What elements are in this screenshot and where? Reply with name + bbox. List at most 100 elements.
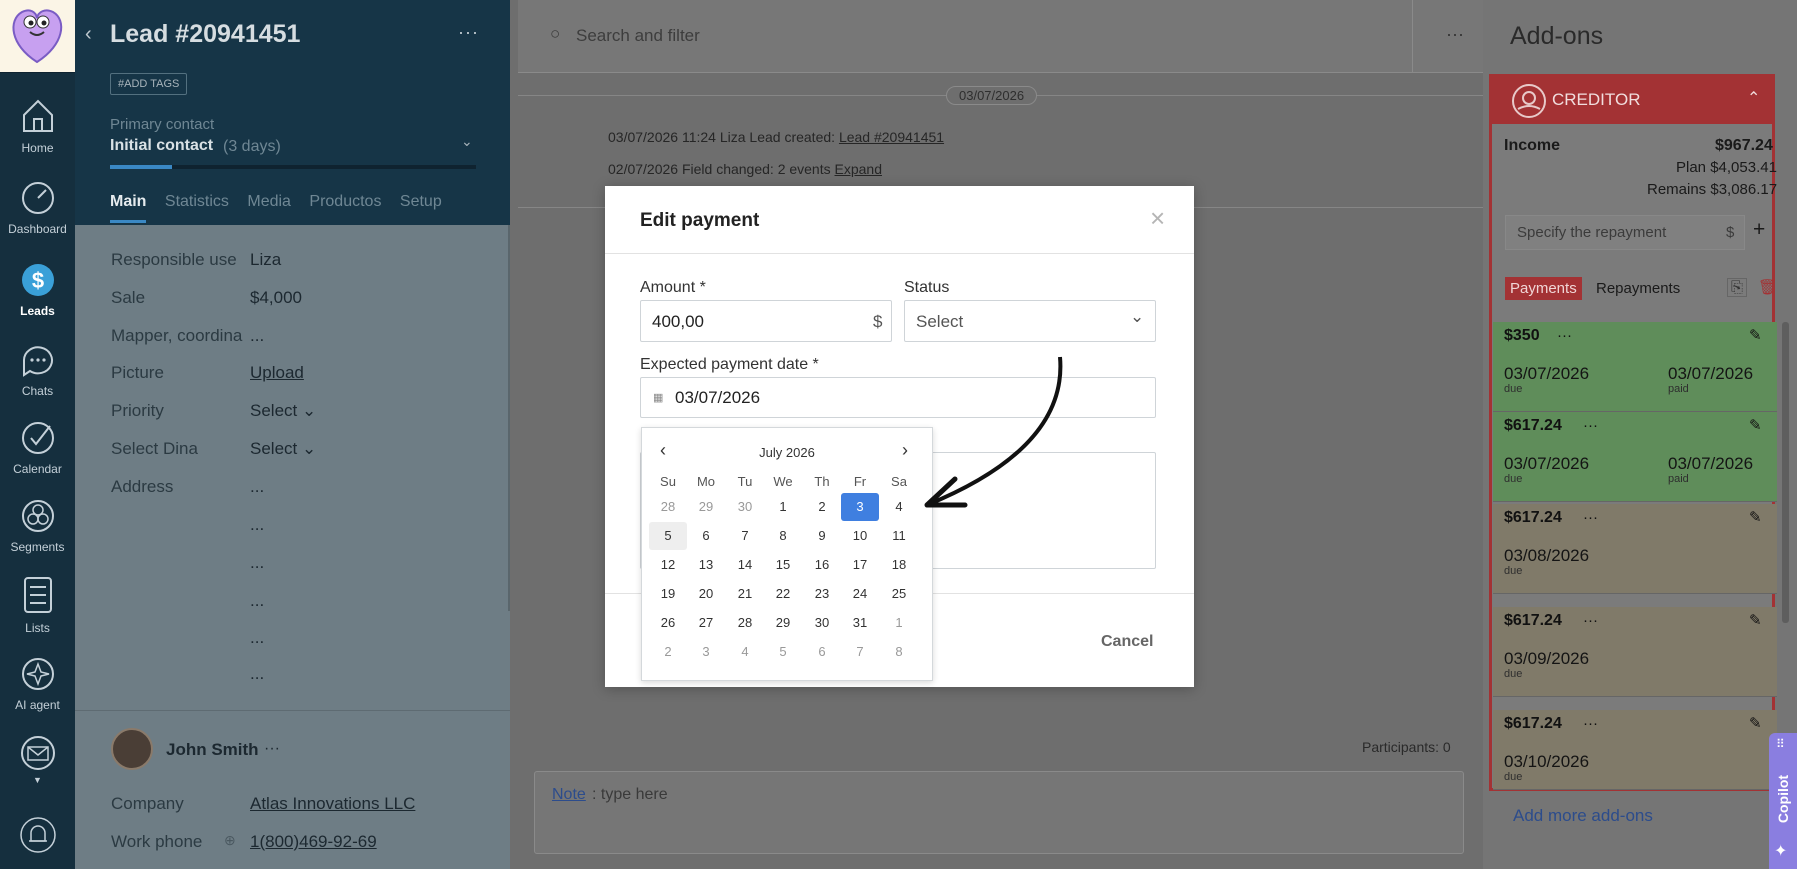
address-line[interactable]: ... [250,553,264,573]
add-more-addons-link[interactable]: Add more add-ons [1513,806,1653,826]
calendar-day[interactable]: 3 [841,493,879,521]
calendar-day[interactable]: 31 [841,609,879,637]
calendar-day[interactable]: 23 [803,580,841,608]
add-tags-button[interactable]: #ADD TAGS [110,73,188,95]
close-icon[interactable]: × [1150,203,1165,234]
note-input[interactable]: Note : type here [534,771,1464,854]
calendar-day[interactable]: 5 [649,522,687,550]
pipeline-stage[interactable]: Initial contact [110,137,213,155]
contact-name[interactable]: John Smith [166,740,259,760]
calendar-day[interactable]: 11 [880,522,918,550]
calendar-day[interactable]: 6 [687,522,725,550]
collapse-chevron-up-icon[interactable]: ⌃ [1747,88,1760,108]
calendar-day[interactable]: 1 [764,493,802,521]
calendar-day[interactable]: 24 [841,580,879,608]
nav-item-leads[interactable]: $ Leads [0,258,75,318]
calendar-day[interactable]: 19 [649,580,687,608]
calendar-day[interactable]: 29 [687,493,725,521]
back-chevron-icon[interactable]: ‹ [85,23,92,46]
nav-item-home[interactable]: Home [0,95,75,155]
export-icon[interactable]: ⎘ [1727,278,1748,297]
upload-link[interactable]: Upload [250,363,304,383]
calendar-day[interactable]: 26 [649,609,687,637]
calendar-day[interactable]: 1 [880,609,918,637]
copilot-button[interactable]: ⠿ Copilot ✦ [1769,733,1797,869]
calendar-day[interactable]: 21 [726,580,764,608]
address-line[interactable]: ... [250,628,264,648]
payment-more-icon[interactable]: ··· [1583,417,1598,434]
amount-input[interactable]: 400,00 $ [640,300,892,342]
nav-item-calendar[interactable]: Calendar [0,420,75,476]
calendar-day[interactable]: 28 [649,493,687,521]
field-value[interactable]: ... [250,326,264,346]
feed-more-icon[interactable]: ··· [1446,24,1464,45]
nav-item-chats[interactable]: Chats [0,342,75,398]
creditor-header[interactable]: CREDITOR ⌃ [1489,76,1775,124]
calendar-day[interactable]: 5 [764,638,802,666]
payment-card[interactable]: $617.24 ··· ✎ 03/10/2026 due [1493,710,1777,790]
nav-item-mail[interactable]: ▼ [0,735,75,785]
scrollbar[interactable] [1782,322,1789,623]
calendar-day[interactable]: 29 [764,609,802,637]
calendar-day[interactable]: 20 [687,580,725,608]
field-value[interactable]: $4,000 [250,288,302,308]
nav-item-dashboard[interactable]: Dashboard [0,180,75,236]
add-phone-icon[interactable]: ⊕ [224,832,236,849]
edit-pencil-icon[interactable]: ✎ [1749,714,1762,732]
priority-select[interactable]: Select ⌄ [250,401,316,421]
tab-payments[interactable]: Payments [1505,277,1582,300]
search-input[interactable]: Search and filter [576,26,700,46]
cancel-button[interactable]: Cancel [1101,633,1153,651]
edit-pencil-icon[interactable]: ✎ [1749,508,1762,526]
phone-link[interactable]: 1(800)469-92-69 [250,832,377,852]
nav-item-ai-agent[interactable]: AI agent [0,656,75,712]
repayment-input[interactable]: Specify the repayment $ [1505,215,1745,250]
avatar[interactable] [111,728,153,770]
calendar-day[interactable]: 7 [841,638,879,666]
calendar-day[interactable]: 8 [764,522,802,550]
lead-title[interactable]: Lead #20941451 [110,20,300,49]
calendar-day[interactable]: 3 [687,638,725,666]
address-line[interactable]: ... [250,515,264,535]
next-month-icon[interactable]: › [902,440,908,461]
calendar-day[interactable]: 14 [726,551,764,579]
address-line[interactable]: ... [250,664,264,684]
calendar-day[interactable]: 15 [764,551,802,579]
note-type-link[interactable]: Note [552,786,586,804]
payment-card[interactable]: $617.24 ··· ✎ 03/08/2026 due [1493,504,1777,594]
calendar-day[interactable]: 8 [880,638,918,666]
tab-repayments[interactable]: Repayments [1596,280,1680,297]
nav-item-notifications[interactable] [0,815,75,861]
stage-chevron-down-icon[interactable]: ⌄ [461,133,473,150]
field-value[interactable]: ... [250,477,264,497]
select-dina-select[interactable]: Select ⌄ [250,439,316,459]
tab-media[interactable]: Media [247,193,291,210]
contact-more-icon[interactable]: ··· [264,740,280,758]
calendar-day[interactable]: 27 [687,609,725,637]
tab-setup[interactable]: Setup [400,193,442,210]
tab-statistics[interactable]: Statistics [165,193,229,210]
calendar-day[interactable]: 4 [726,638,764,666]
calendar-day[interactable]: 4 [880,493,918,521]
add-repayment-button[interactable]: + [1753,218,1765,242]
calendar-day[interactable]: 16 [803,551,841,579]
payment-card[interactable]: $617.24 ··· ✎ 03/07/2026 due 03/07/2026 paid [1493,412,1777,502]
calendar-day[interactable]: 30 [726,493,764,521]
calendar-day[interactable]: 28 [726,609,764,637]
edit-pencil-icon[interactable]: ✎ [1749,416,1762,434]
tab-productos[interactable]: Productos [309,193,381,210]
field-value[interactable]: Liza [250,250,281,270]
lead-more-icon[interactable]: ··· [458,22,479,43]
status-select[interactable]: Select ⌄ [904,300,1156,342]
calendar-day[interactable]: 30 [803,609,841,637]
app-logo[interactable] [0,0,75,73]
edit-pencil-icon[interactable]: ✎ [1749,611,1762,629]
expand-link[interactable]: Expand [835,161,882,177]
company-link[interactable]: Atlas Innovations LLC [250,794,415,814]
payment-more-icon[interactable]: ··· [1583,715,1598,732]
nav-item-lists[interactable]: Lists [0,575,75,635]
date-input[interactable]: ▦ 03/07/2026 [640,377,1156,418]
nav-item-segments[interactable]: Segments [0,498,75,554]
calendar-day[interactable]: 7 [726,522,764,550]
payment-more-icon[interactable]: ··· [1583,612,1598,629]
